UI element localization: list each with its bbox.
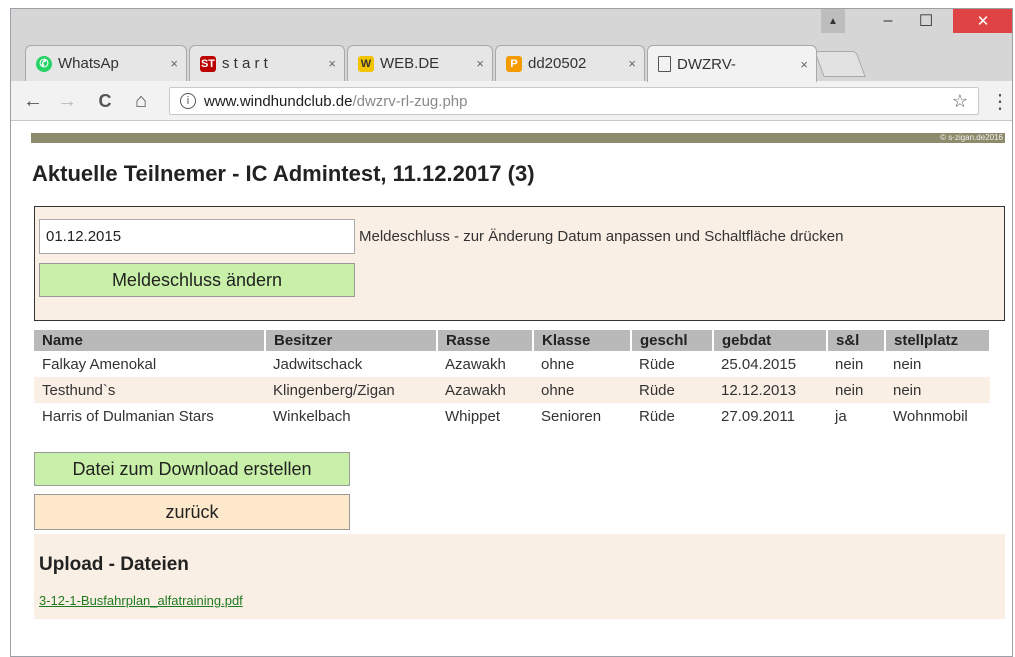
menu-icon[interactable]: ⋮ <box>990 89 1010 114</box>
new-tab-button[interactable] <box>814 51 866 77</box>
table-cell: Rüde <box>639 407 675 425</box>
deadline-form: Meldeschluss - zur Änderung Datum anpass… <box>34 206 1005 321</box>
back-button[interactable]: zurück <box>34 494 350 530</box>
column-header: Rasse <box>437 330 534 351</box>
table-cell: Testhund`s <box>34 377 265 403</box>
table-cell: Wohnmobil <box>893 407 968 425</box>
tab-title: WEB.DE <box>380 55 440 72</box>
deadline-hint: Meldeschluss - zur Änderung Datum anpass… <box>359 228 844 245</box>
forward-icon[interactable]: → <box>55 89 79 113</box>
upload-file-link[interactable]: 3-12-1-Busfahrplan_alfatraining.pdf <box>39 593 243 608</box>
table-row: Testhund`s Klingenberg/Zigan Azawakh ohn… <box>34 377 990 403</box>
bookmark-star-icon[interactable]: ☆ <box>952 91 968 112</box>
user-icon[interactable]: ▲ <box>821 9 845 33</box>
table-cell: Senioren <box>541 407 602 425</box>
table-cell: Jadwitschack <box>273 355 363 373</box>
webde-icon: W <box>358 55 374 72</box>
table-cell: Harris of Dulmanian Stars <box>42 407 214 425</box>
participants-table: Name Besitzer Rasse Klasse geschl gebdat… <box>34 330 991 429</box>
tab-title: WhatsAp <box>58 55 119 72</box>
tab-dwzrv[interactable]: DWZRV- × <box>647 45 817 82</box>
info-icon[interactable]: i <box>180 93 196 109</box>
column-header: geschl <box>631 330 714 351</box>
table-cell: Azawakh <box>437 377 533 403</box>
page-icon <box>658 56 671 72</box>
close-icon[interactable]: × <box>170 56 178 71</box>
page-content: © s-zigan.de2016 Aktuelle Teilnemer - IC… <box>11 121 1012 656</box>
column-header: stellplatz <box>885 330 991 351</box>
tab-webde[interactable]: W WEB.DE × <box>347 45 493 81</box>
whatsapp-icon: ✆ <box>36 55 52 72</box>
header-bar <box>31 133 1005 143</box>
copyright-note: © s-zigan.de2016 <box>940 133 1003 142</box>
column-header: gebdat <box>713 330 828 351</box>
table-cell: Klingenberg/Zigan <box>265 377 437 403</box>
table-cell: ja <box>835 407 847 425</box>
close-icon[interactable]: × <box>328 56 336 71</box>
column-header: s&l <box>827 330 886 351</box>
column-header: Klasse <box>533 330 632 351</box>
table-row: Falkay Amenokal Jadwitschack Azawakh ohn… <box>34 351 990 377</box>
window-close-button[interactable]: ✕ <box>953 9 1012 33</box>
back-icon[interactable]: ← <box>21 89 45 113</box>
page-title: Aktuelle Teilnemer - IC Admintest, 11.12… <box>32 161 535 186</box>
table-cell: Whippet <box>445 407 501 425</box>
browser-window: ✆ WhatsAp × ST s t a r t × W WEB.DE × P … <box>10 8 1013 657</box>
table-cell: nein <box>827 377 885 403</box>
table-row: Harris of Dulmanian Stars Winkelbach Whi… <box>34 403 990 429</box>
url-path: /dwzrv-rl-zug.php <box>352 92 468 110</box>
minimize-button[interactable]: – <box>873 9 903 33</box>
deadline-date-input[interactable] <box>39 219 355 254</box>
tab-start[interactable]: ST s t a r t × <box>189 45 345 81</box>
table-cell: nein <box>885 377 990 403</box>
stz-icon: ST <box>200 55 216 72</box>
close-icon[interactable]: × <box>800 57 808 72</box>
table-cell: Rüde <box>631 377 713 403</box>
tab-pma[interactable]: P dd20502 × <box>495 45 645 81</box>
table-cell: ohne <box>533 377 631 403</box>
table-cell: ohne <box>541 355 575 373</box>
table-cell: Falkay Amenokal <box>42 355 157 373</box>
table-cell: Rüde <box>639 355 675 373</box>
table-cell: Winkelbach <box>273 407 351 425</box>
maximize-button[interactable]: ☐ <box>911 9 941 33</box>
table-header-row: Name Besitzer Rasse Klasse geschl gebdat… <box>34 330 991 351</box>
home-icon[interactable]: ⌂ <box>129 89 153 113</box>
browser-toolbar: ← → C ⌂ i www.windhundclub.de/dwzrv-rl-z… <box>11 81 1012 121</box>
column-header: Name <box>34 330 266 351</box>
upload-title: Upload - Dateien <box>39 554 189 575</box>
column-header: Besitzer <box>265 330 438 351</box>
table-cell: nein <box>835 355 864 373</box>
tab-whatsapp[interactable]: ✆ WhatsAp × <box>25 45 187 81</box>
tab-strip: ✆ WhatsAp × ST s t a r t × W WEB.DE × P … <box>11 9 1012 82</box>
table-cell: 12.12.2013 <box>713 377 827 403</box>
pma-icon: P <box>506 55 522 72</box>
table-cell: 25.04.2015 <box>721 355 797 373</box>
table-cell: Azawakh <box>445 355 506 373</box>
tab-title: DWZRV- <box>677 55 736 73</box>
tab-title: dd20502 <box>528 55 587 72</box>
create-download-button[interactable]: Datei zum Download erstellen <box>34 452 350 486</box>
url-host: www.windhundclub.de <box>204 92 353 110</box>
close-icon[interactable]: × <box>476 56 484 71</box>
table-cell: nein <box>893 355 922 373</box>
tab-title: s t a r t <box>222 55 268 72</box>
reload-icon[interactable]: C <box>93 89 117 113</box>
upload-section: Upload - Dateien 3-12-1-Busfahrplan_alfa… <box>34 534 1005 619</box>
change-deadline-button[interactable]: Meldeschluss ändern <box>39 263 355 297</box>
address-bar[interactable]: i www.windhundclub.de/dwzrv-rl-zug.php ☆ <box>169 87 979 115</box>
close-icon[interactable]: × <box>628 56 636 71</box>
table-cell: 27.09.2011 <box>721 407 795 425</box>
